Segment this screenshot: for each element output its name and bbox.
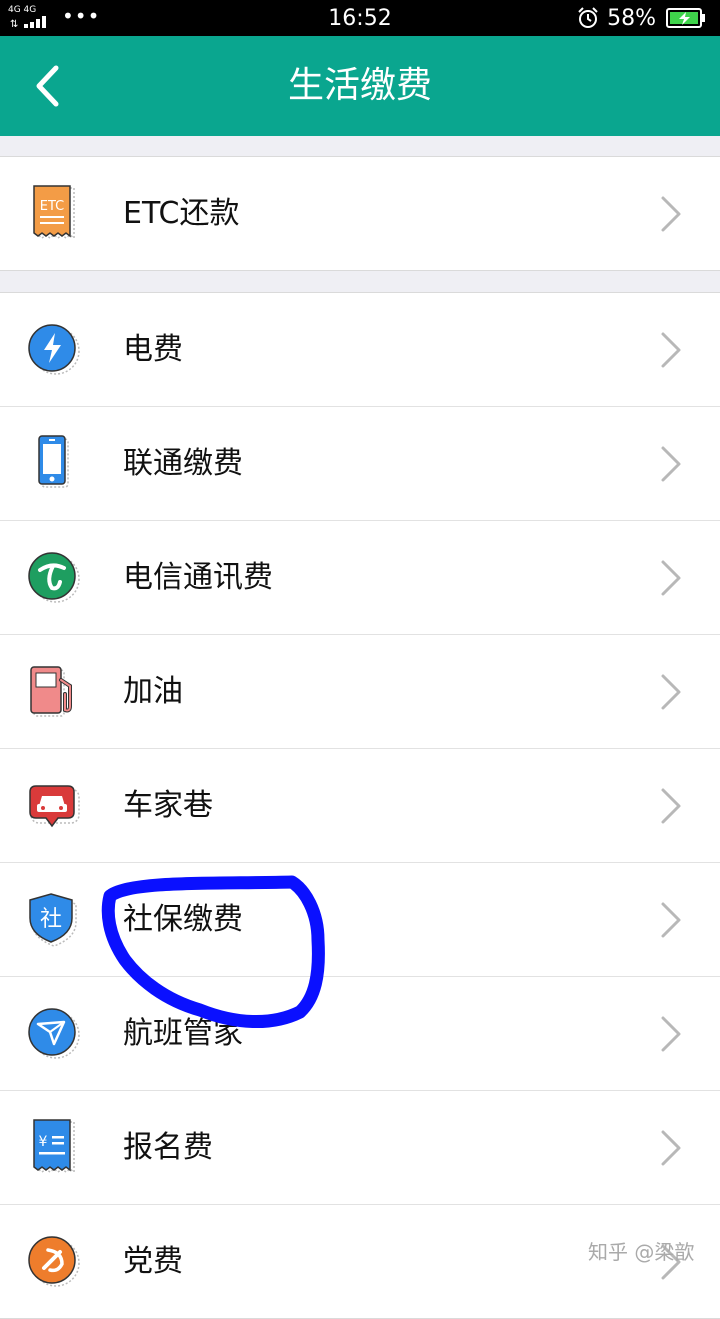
chevron-right-icon <box>661 1130 681 1166</box>
status-bar: 4G 4G ⇅ ••• 16:52 58% <box>0 0 720 36</box>
list-item-electricity[interactable]: 电费 <box>0 293 720 407</box>
list-item-flight[interactable]: 航班管家 <box>0 977 720 1091</box>
car-icon <box>29 785 80 828</box>
watermark: 知乎 @梁歆 <box>588 1240 695 1264</box>
list-item-label: 联通缴费 <box>123 446 243 481</box>
fee-ticket-icon: ¥ <box>33 1119 75 1174</box>
plane-icon <box>28 1008 80 1059</box>
chevron-right-icon <box>661 446 681 482</box>
chevron-right-icon <box>661 560 681 596</box>
alarm-icon <box>578 7 598 28</box>
list-item-social-security[interactable]: 社 社保缴费 <box>0 863 720 977</box>
party-icon <box>28 1236 80 1287</box>
list-item-telecom[interactable]: 电信通讯费 <box>0 521 720 635</box>
list-item-label: ETC还款 <box>123 196 240 231</box>
list-item-chejiaxiang[interactable]: 车家巷 <box>0 749 720 863</box>
list-item-unicom[interactable]: 联通缴费 <box>0 407 720 521</box>
fuel-pump-icon <box>30 666 72 717</box>
list-item-registration-fee[interactable]: ¥ 报名费 <box>0 1091 720 1205</box>
shield-icon-text: 社 <box>40 907 62 932</box>
telecom-icon <box>28 552 80 603</box>
chevron-right-icon <box>661 1016 681 1052</box>
chevron-right-icon <box>661 788 681 824</box>
battery-charging-icon <box>666 8 705 28</box>
chevron-right-icon <box>661 196 681 232</box>
list-item-fuel[interactable]: 加油 <box>0 635 720 749</box>
chevron-right-icon <box>661 674 681 710</box>
list-item-label: 航班管家 <box>123 1016 243 1051</box>
list-item-label: 党费 <box>123 1244 183 1279</box>
group-payments: 电费 联通缴费 电信通讯费 加油 车家巷 社 社保缴费 航班管家 ¥ 报名费 党… <box>0 292 720 1319</box>
etc-icon-text: ETC <box>40 199 64 214</box>
fee-icon-text: ¥ <box>39 1134 48 1150</box>
page-title: 生活缴费 <box>287 65 432 106</box>
etc-ticket-icon: ETC <box>33 185 75 240</box>
list-item-etc[interactable]: ETC ETC还款 <box>0 157 720 270</box>
chevron-left-icon <box>36 65 59 107</box>
phone-icon <box>38 435 69 488</box>
battery-percent: 58% <box>607 5 656 31</box>
list-item-label: 加油 <box>123 674 183 709</box>
chevron-right-icon <box>661 902 681 938</box>
chevron-right-icon <box>661 332 681 368</box>
nav-bar: 生活缴费 <box>0 36 720 136</box>
back-button[interactable] <box>22 60 72 112</box>
list-item-label: 电信通讯费 <box>123 560 273 595</box>
shield-icon: 社 <box>29 893 77 947</box>
list-item-label: 社保缴费 <box>123 902 243 937</box>
list-item-label: 电费 <box>123 332 183 367</box>
list-item-label: 报名费 <box>123 1130 213 1165</box>
group-etc: ETC ETC还款 <box>0 156 720 271</box>
list-item-label: 车家巷 <box>123 788 213 823</box>
lightning-icon <box>28 324 80 375</box>
